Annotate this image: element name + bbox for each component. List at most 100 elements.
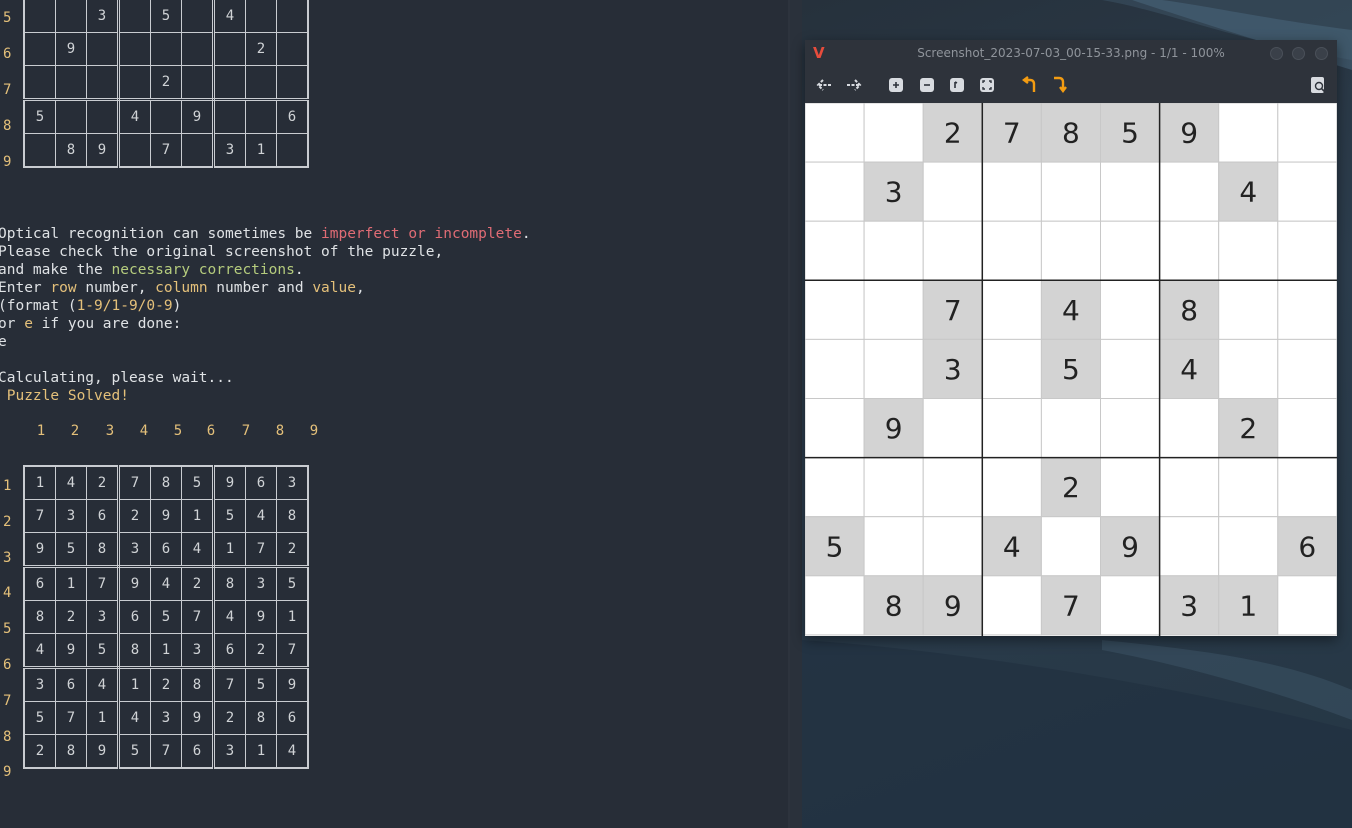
grid-cell: 3 — [276, 465, 309, 500]
empty-cell — [1277, 161, 1337, 222]
msg-text: . — [294, 262, 304, 278]
grid-cell: 4 — [245, 499, 277, 533]
grid-cell: 7 — [276, 633, 309, 669]
grid-cell: 9 — [55, 32, 87, 66]
grid-cell: 7 — [86, 566, 120, 601]
empty-cell — [1040, 220, 1101, 281]
grid-row: 617942835 — [23, 566, 309, 601]
grid-cell: 2 — [213, 701, 246, 735]
grid-row: 92 — [23, 32, 309, 66]
grid-cell — [245, 99, 277, 134]
empty-cell — [1100, 279, 1161, 340]
grid-cell — [86, 65, 120, 101]
grid-cell: 6 — [276, 99, 309, 134]
viewer-titlebar[interactable]: V Screenshot_2023-07-03_00-15-33.png - 1… — [805, 40, 1337, 68]
empty-cell — [981, 279, 1042, 340]
empty-cell — [981, 575, 1042, 636]
fullscreen-icon[interactable] — [977, 75, 997, 95]
back-arrow-icon[interactable] — [814, 75, 834, 95]
grid-cell: 8 — [213, 566, 246, 601]
forward-arrow-icon[interactable] — [844, 75, 864, 95]
grid-cell: 4 — [276, 734, 309, 769]
empty-cell — [922, 220, 983, 281]
empty-cell — [1218, 279, 1279, 340]
grid-cell: 3 — [118, 532, 151, 568]
empty-cell — [805, 279, 865, 340]
rotate-left-icon[interactable] — [1019, 75, 1039, 95]
msg-highlight-e: e — [24, 316, 33, 332]
grid-cell — [86, 99, 120, 134]
empty-cell — [922, 516, 983, 577]
zoom-out-icon[interactable] — [917, 75, 937, 95]
grid-cell: 6 — [55, 667, 87, 702]
empty-cell — [1277, 103, 1337, 163]
row-label: 5 — [3, 621, 12, 638]
msg-text: , — [355, 280, 365, 296]
cell-digit: 9 — [1180, 117, 1198, 150]
grid-cell: 7 — [23, 499, 56, 533]
grid-cell: 6 — [181, 734, 215, 769]
row-label: 8 — [3, 728, 12, 745]
empty-cell — [1277, 398, 1337, 459]
grid-cell — [55, 99, 87, 134]
grid-row: 5 49 6 — [23, 99, 309, 134]
msg-text: Enter — [0, 280, 51, 296]
grid-cell: 2 — [245, 633, 277, 669]
cell-digit: 4 — [1239, 176, 1257, 209]
column-label: 9 — [309, 423, 319, 439]
grid-cell: 4 — [118, 99, 151, 134]
grid-row: 823657491 — [23, 600, 309, 634]
grid-cell — [23, 32, 56, 66]
msg-text: Please check the original screenshot of … — [0, 244, 444, 260]
grid-cell: 3 — [150, 701, 182, 735]
zoom-fit-icon[interactable] — [947, 75, 967, 95]
msg-highlight-corrections: necessary corrections — [111, 262, 295, 278]
grid-cell — [118, 65, 151, 101]
grid-cell: 1 — [55, 566, 87, 601]
grid-cell: 2 — [150, 65, 182, 101]
close-button[interactable] — [1315, 47, 1328, 60]
empty-cell — [922, 457, 983, 518]
cell-digit: 9 — [885, 412, 903, 445]
cell-digit: 5 — [1062, 353, 1080, 386]
cell-digit: 4 — [1062, 294, 1080, 327]
grid-cell — [213, 32, 246, 66]
empty-cell — [805, 457, 865, 518]
empty-cell — [1159, 516, 1220, 577]
grid-cell — [150, 32, 182, 66]
empty-cell — [1100, 220, 1161, 281]
grid-cell: 5 — [150, 600, 182, 634]
grid-cell: 8 — [55, 133, 87, 168]
grid-cell: 9 — [23, 532, 56, 568]
window-title: Screenshot_2023-07-03_00-15-33.png - 1/1… — [917, 46, 1225, 60]
msg-text: number and — [207, 280, 313, 296]
grid-cell: 9 — [86, 133, 120, 168]
grid-cell — [213, 99, 246, 134]
grid-cell: 4 — [213, 600, 246, 634]
grid-row: 958364172 — [23, 532, 309, 568]
grid-cell: 7 — [118, 465, 151, 500]
minimize-button[interactable] — [1270, 47, 1283, 60]
empty-cell — [1218, 338, 1279, 399]
grid-cell: 6 — [276, 701, 309, 735]
grid-cell: 1 — [245, 734, 277, 769]
empty-cell — [805, 103, 865, 163]
maximize-button[interactable] — [1292, 47, 1305, 60]
image-properties-icon[interactable] — [1308, 75, 1328, 95]
zoom-in-icon[interactable] — [886, 75, 906, 95]
grid-row: 354 — [23, 0, 309, 33]
msg-calculating: Calculating, please wait... — [0, 370, 234, 386]
image-canvas[interactable]: 2 7 8 5 9 3 4 7 4 8 3 5 4 9 2 2 5 4 9 6 8 9 7 3 1 — [805, 103, 1337, 636]
empty-cell — [1100, 338, 1161, 399]
rotate-right-icon[interactable] — [1049, 75, 1069, 95]
column-label: 7 — [241, 423, 251, 439]
row-label: 7 — [3, 692, 12, 709]
grid-cell: 2 — [150, 667, 182, 702]
image-viewer-window[interactable]: V Screenshot_2023-07-03_00-15-33.png - 1… — [805, 40, 1337, 636]
grid-row: 142785963 — [23, 465, 309, 500]
grid-cell: 9 — [245, 600, 277, 634]
grid-cell: 3 — [213, 734, 246, 769]
grid-cell: 7 — [245, 532, 277, 568]
terminal-window[interactable]: 56789 354922549689731 Optical recognitio… — [0, 0, 790, 828]
row-label: 5 — [3, 10, 12, 26]
